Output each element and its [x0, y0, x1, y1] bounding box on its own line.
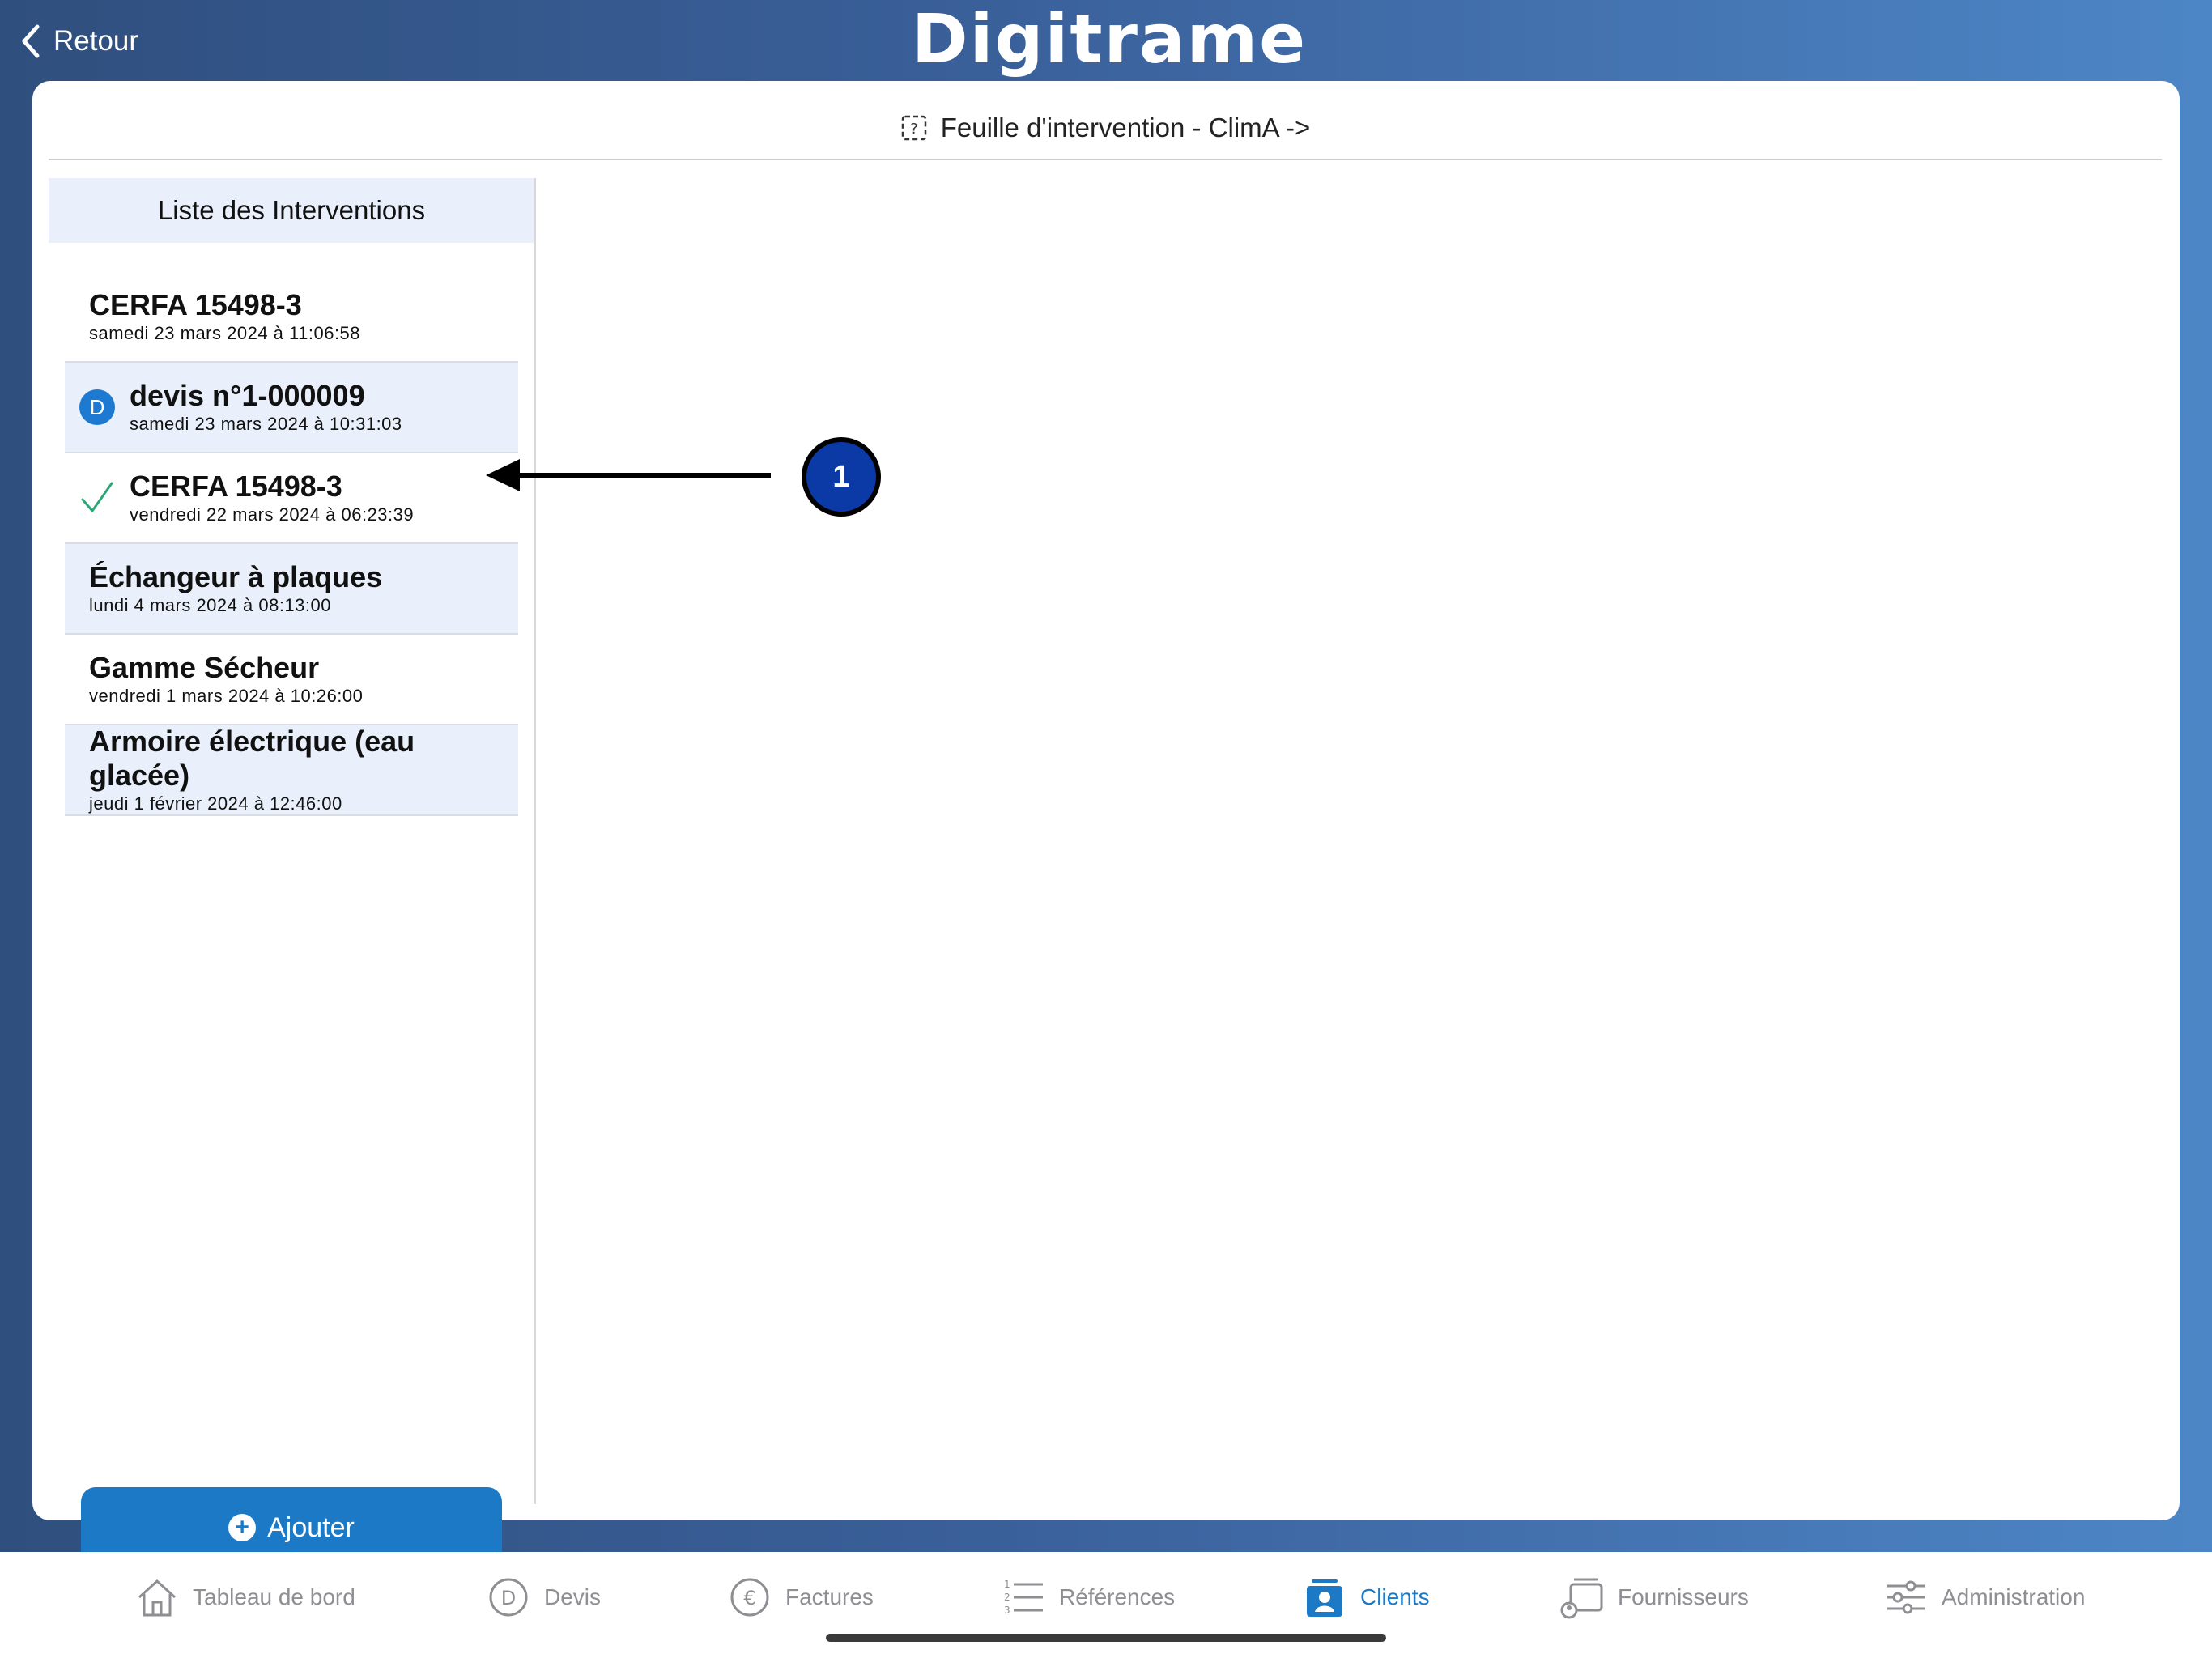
house-icon	[138, 1579, 177, 1617]
plus-circle-icon: +	[228, 1514, 257, 1541]
tab-factures[interactable]: € Factures	[727, 1573, 874, 1622]
tab-fournisseurs[interactable]: Fournisseurs	[1559, 1573, 1749, 1622]
tab-label: Devis	[544, 1584, 602, 1609]
item-title: Gamme Sécheur	[89, 651, 320, 684]
tab-references[interactable]: 1 2 3 Références	[1001, 1573, 1175, 1622]
item-date: lundi 4 mars 2024 à 08:13:00	[89, 595, 331, 615]
list-item[interactable]: Gamme Sécheur vendredi 1 mars 2024 à 10:…	[65, 635, 518, 725]
item-date: samedi 23 mars 2024 à 11:06:58	[89, 323, 361, 343]
svg-text:3: 3	[1004, 1605, 1010, 1616]
item-title: devis n°1-000009	[130, 379, 365, 412]
list-item[interactable]: CERFA 15498-3 vendredi 22 mars 2024 à 06…	[65, 453, 518, 544]
svg-text:2: 2	[1004, 1592, 1010, 1603]
client-icon	[1307, 1579, 1342, 1617]
svg-text:D: D	[501, 1587, 516, 1609]
item-title: Armoire électrique (eau glacée)	[89, 725, 415, 792]
page-title: ? Feuille d'intervention - ClimA ->	[49, 97, 2162, 160]
item-title: Échangeur à plaques	[89, 560, 383, 593]
checkmark-icon	[81, 482, 113, 512]
item-date: samedi 23 mars 2024 à 10:31:03	[130, 414, 402, 434]
item-date: jeudi 1 février 2024 à 12:46:00	[89, 793, 342, 814]
back-label: Retour	[53, 25, 139, 57]
svg-text:?: ?	[910, 121, 918, 138]
tab-label: Administration	[1942, 1584, 2086, 1609]
supplier-icon	[1560, 1578, 1603, 1619]
tab-clients[interactable]: Clients	[1302, 1573, 1430, 1622]
numbered-list-icon: 1 2 3	[1004, 1579, 1043, 1616]
main-card: ? Feuille d'intervention - ClimA -> List…	[32, 81, 2180, 1568]
svg-text:€: €	[743, 1587, 755, 1609]
list-item[interactable]: CERFA 15498-3 samedi 23 mars 2024 à 11:0…	[65, 272, 518, 363]
back-button[interactable]: Retour	[19, 21, 138, 62]
euro-icon: €	[730, 1578, 769, 1617]
list-item[interactable]: Armoire électrique (eau glacée) jeudi 1 …	[65, 725, 518, 816]
tab-tableau-de-bord[interactable]: Tableau de bord	[134, 1573, 355, 1622]
tab-label: Factures	[785, 1584, 874, 1609]
page-title-text: Feuille d'intervention - ClimA ->	[940, 113, 1311, 142]
tab-label: Clients	[1360, 1584, 1430, 1609]
annotation-arrow-icon	[486, 459, 771, 491]
add-button-label: Ajouter	[267, 1511, 355, 1543]
app-logo: Digitrame	[911, 0, 1308, 79]
list-item[interactable]: D devis n°1-000009 samedi 23 mars 2024 à…	[65, 363, 518, 453]
home-indicator	[826, 1634, 1386, 1642]
chevron-left-icon	[22, 24, 40, 58]
top-bar: Retour Digitrame	[0, 0, 2212, 81]
tab-label: Références	[1059, 1584, 1176, 1609]
tab-label: Fournisseurs	[1618, 1584, 1749, 1609]
item-date: vendredi 1 mars 2024 à 10:26:00	[89, 686, 364, 706]
tab-administration[interactable]: Administration	[1883, 1573, 2085, 1622]
annotation-marker: 1	[802, 437, 881, 517]
tab-label: Tableau de bord	[193, 1584, 355, 1609]
devis-icon: D	[489, 1578, 528, 1617]
devis-badge-icon: D	[79, 389, 115, 425]
list-item[interactable]: Échangeur à plaques lundi 4 mars 2024 à …	[65, 544, 518, 635]
form-icon: ?	[901, 115, 926, 141]
sliders-icon	[1887, 1580, 1925, 1614]
item-date: vendredi 22 mars 2024 à 06:23:39	[130, 504, 415, 525]
item-title: CERFA 15498-3	[130, 470, 342, 503]
interventions-pane: Liste des Interventions CERFA 15498-3 sa…	[49, 178, 536, 1568]
tab-bar: Tableau de bord D Devis € Factures 1 2 3…	[0, 1552, 2212, 1658]
list-header: Liste des Interventions	[49, 178, 534, 243]
item-title: CERFA 15498-3	[89, 288, 302, 321]
interventions-list: CERFA 15498-3 samedi 23 mars 2024 à 11:0…	[65, 272, 518, 816]
tab-devis[interactable]: D Devis	[486, 1573, 601, 1622]
svg-text:1: 1	[1004, 1579, 1010, 1590]
